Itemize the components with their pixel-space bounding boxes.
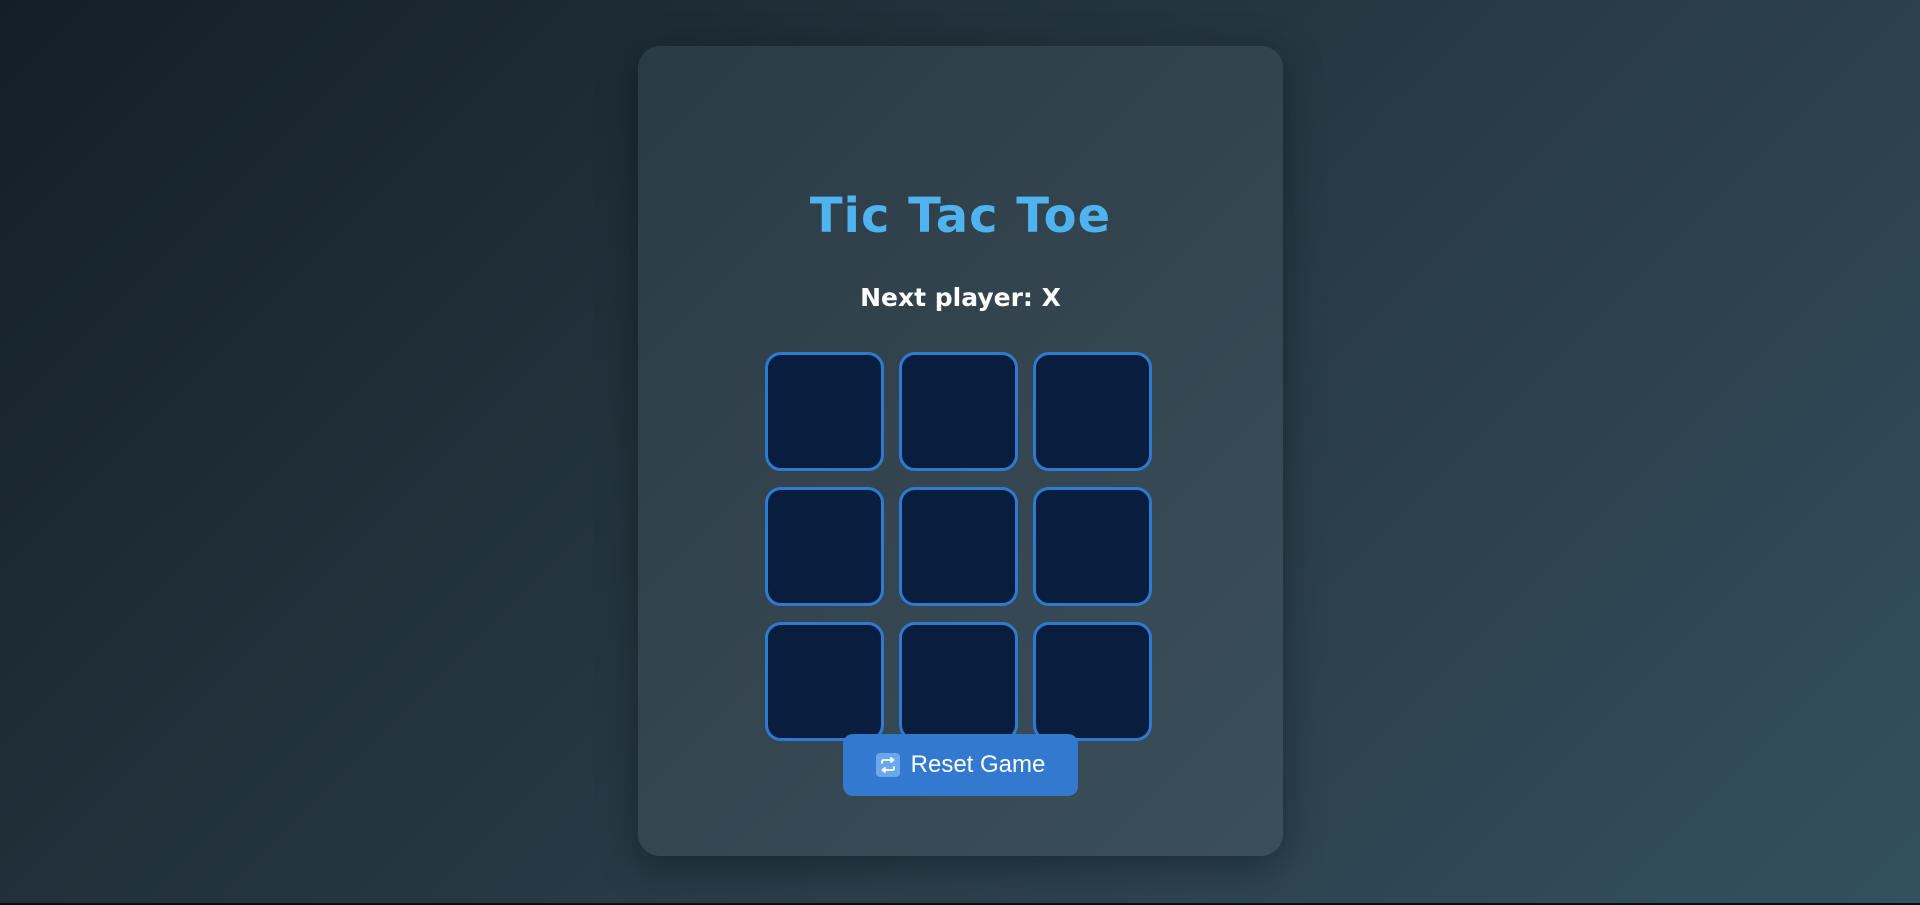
game-board (765, 352, 1157, 742)
reset-game-label: Reset Game (910, 751, 1046, 778)
status-text: Next player: X (860, 283, 1061, 312)
board-cell-2[interactable] (899, 352, 1018, 471)
board-cell-3[interactable] (1033, 352, 1152, 471)
board-cell-7[interactable] (765, 622, 884, 741)
board-cell-4[interactable] (765, 487, 884, 606)
board-cell-1[interactable] (765, 352, 884, 471)
reset-game-button[interactable]: Reset Game (843, 734, 1078, 796)
board-cell-8[interactable] (899, 622, 1018, 741)
board-cell-6[interactable] (1033, 487, 1152, 606)
game-card: Tic Tac Toe Next player: X Reset Game (638, 46, 1283, 856)
game-title: Tic Tac Toe (809, 188, 1112, 244)
board-cell-9[interactable] (1033, 622, 1152, 741)
repeat-icon (875, 753, 900, 777)
board-cell-5[interactable] (899, 487, 1018, 606)
